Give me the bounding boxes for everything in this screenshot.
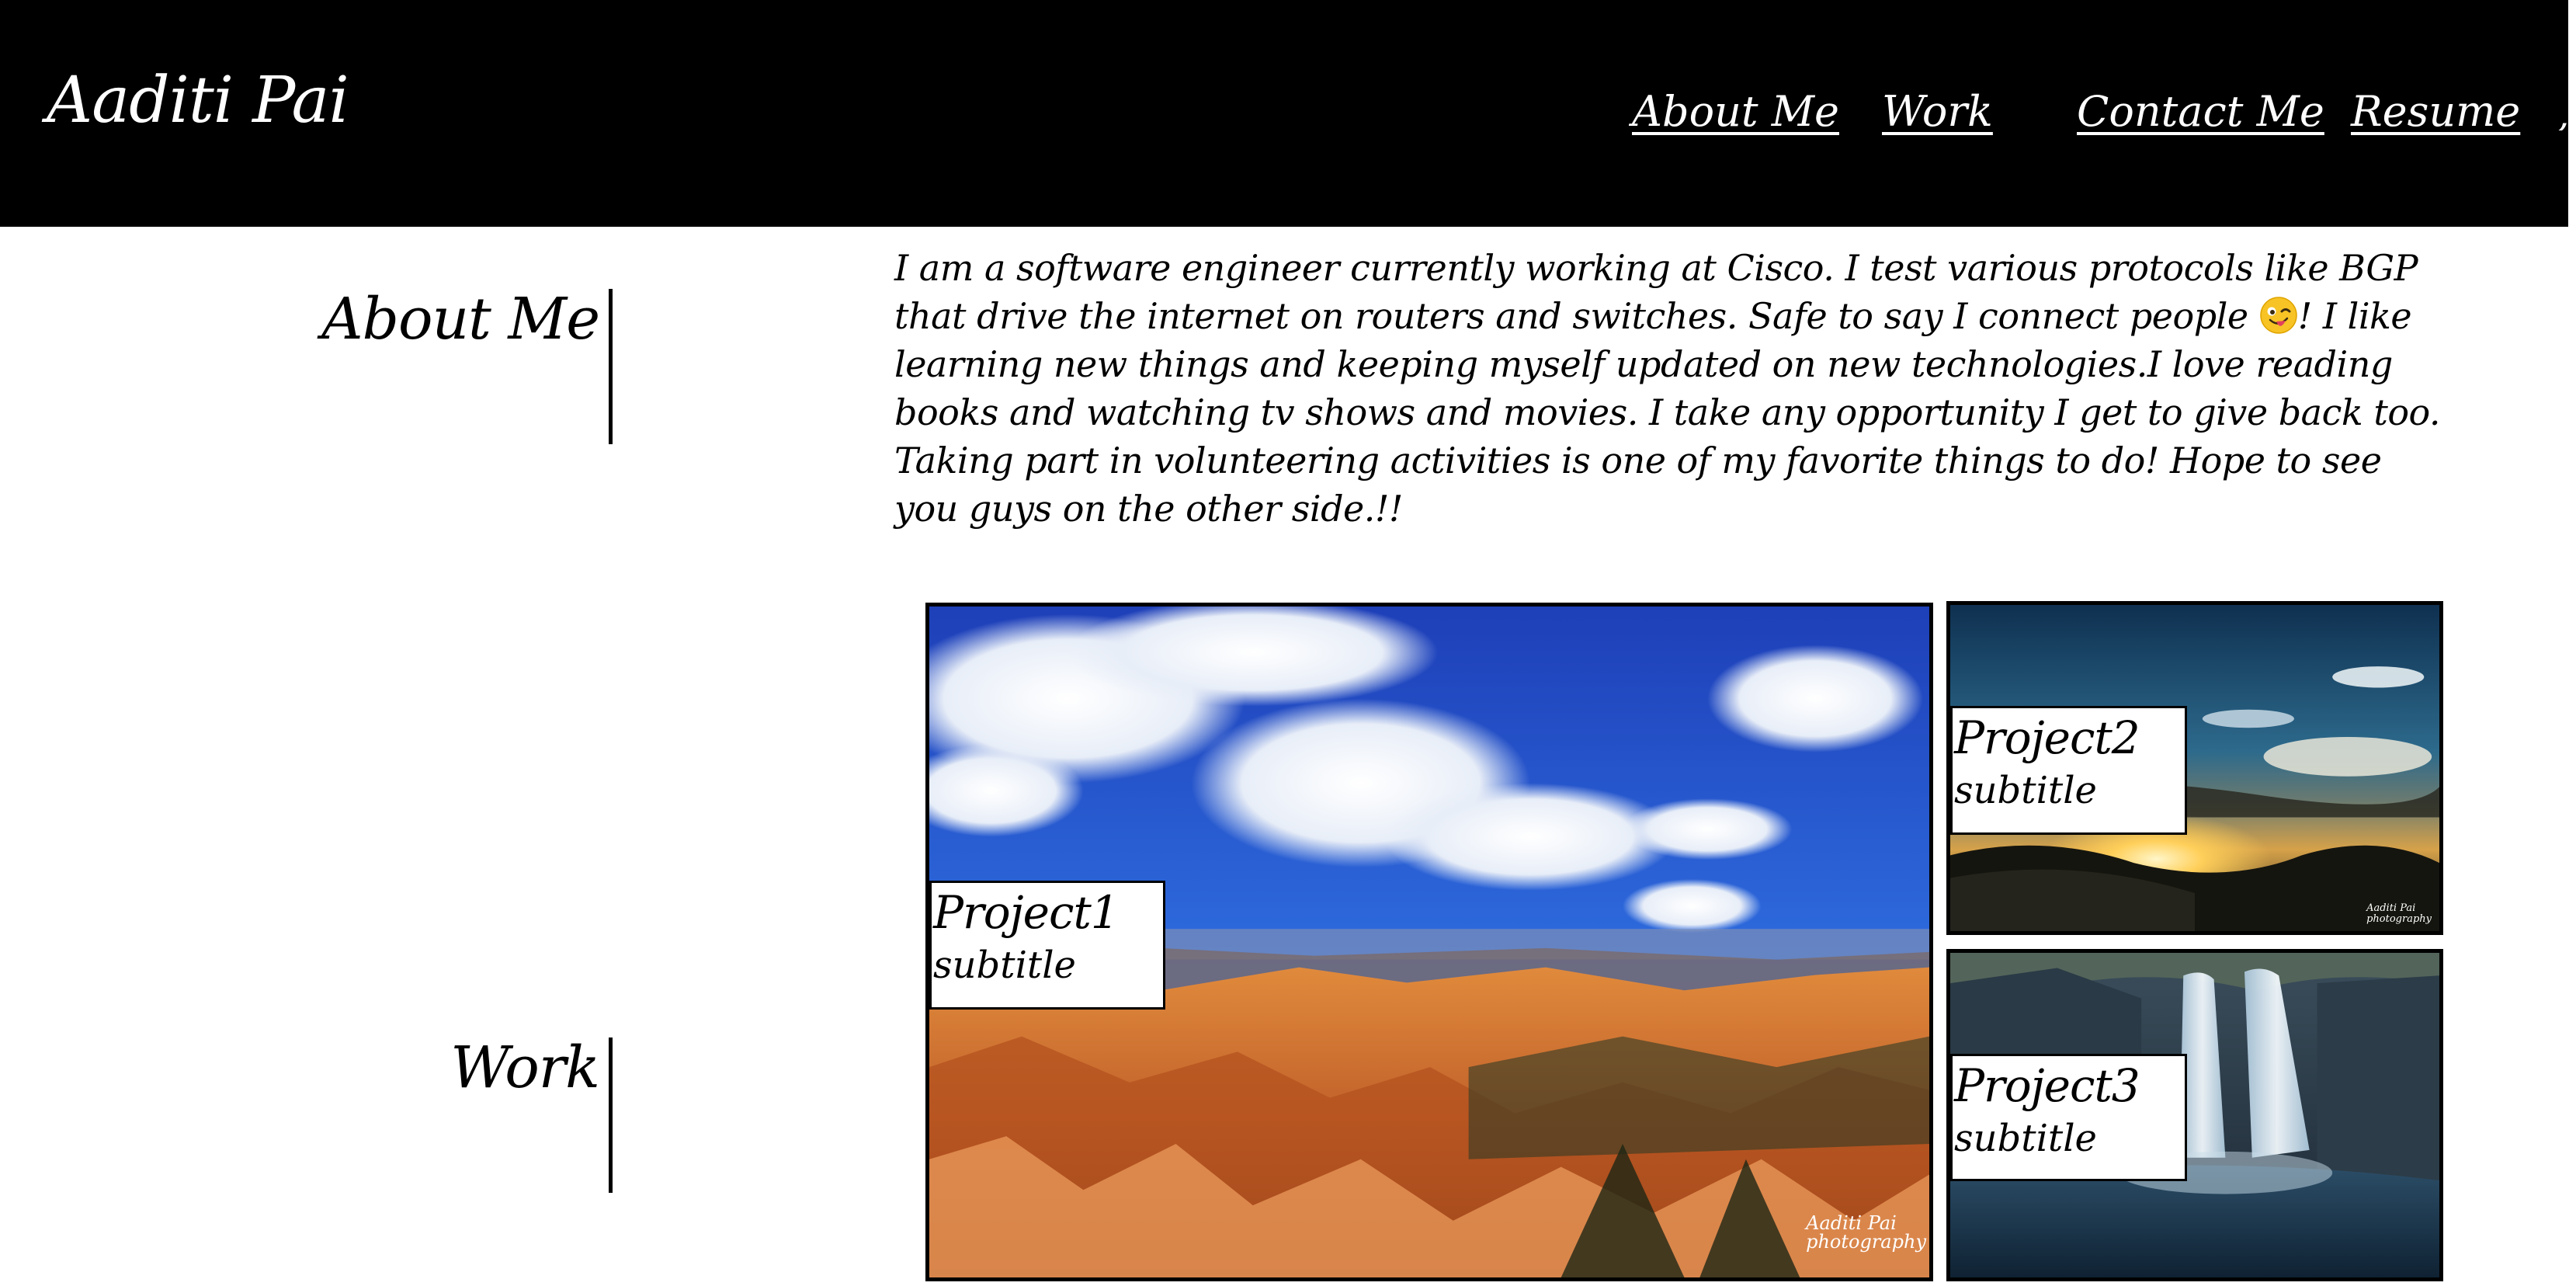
nav-link-work[interactable]: Work: [1882, 87, 1993, 136]
nav-link-resume[interactable]: Resume: [2351, 87, 2520, 136]
project-card-3[interactable]: Project3 subtitle: [1946, 949, 2443, 1281]
project-title: Project1: [933, 886, 1120, 939]
photo-watermark: Aaditi Pai photography: [2366, 903, 2432, 925]
watermark-line-1: Aaditi Pai: [2366, 902, 2416, 914]
work-section-divider: [609, 1037, 613, 1193]
project-title: Project2: [1954, 711, 2140, 764]
about-paragraph: I am a software engineer currently worki…: [894, 244, 2447, 533]
project-card-1[interactable]: Project1 subtitle Aaditi Pai photography: [925, 603, 1933, 1281]
photo-watermark: Aaditi Pai photography: [1806, 1214, 1926, 1251]
project-caption: Project1 subtitle: [929, 881, 1165, 1010]
about-section-title: About Me: [321, 286, 600, 353]
project-caption: Project2 subtitle: [1950, 706, 2187, 835]
work-section-title: Work: [450, 1034, 600, 1101]
project-card-2[interactable]: Project2 subtitle Aaditi Pai photography: [1946, 601, 2443, 935]
watermark-line-2: photography: [1806, 1231, 1926, 1253]
project-title: Project3: [1954, 1059, 2140, 1112]
about-text-part-1: I am a software engineer currently worki…: [894, 247, 2418, 337]
project-subtitle: subtitle: [1954, 769, 2097, 812]
project-subtitle: subtitle: [1954, 1117, 2097, 1160]
nav-link-contact-me[interactable]: Contact Me: [2077, 87, 2324, 136]
site-brand[interactable]: Aaditi Pai: [47, 64, 349, 137]
site-header: Aaditi Pai About Me Work Contact Me Resu…: [0, 0, 2568, 227]
watermark-line-1: Aaditi Pai: [1806, 1212, 1897, 1234]
about-section-divider: [609, 289, 613, 444]
nav-link-about-me[interactable]: About Me: [1632, 87, 1839, 136]
winking-tongue-face-icon: [2259, 297, 2297, 334]
project-subtitle: subtitle: [933, 944, 1076, 987]
project-caption: Project3 subtitle: [1950, 1054, 2187, 1181]
watermark-line-2: photography: [2366, 913, 2432, 925]
nav-overflow-glyph: ,: [2557, 99, 2568, 130]
